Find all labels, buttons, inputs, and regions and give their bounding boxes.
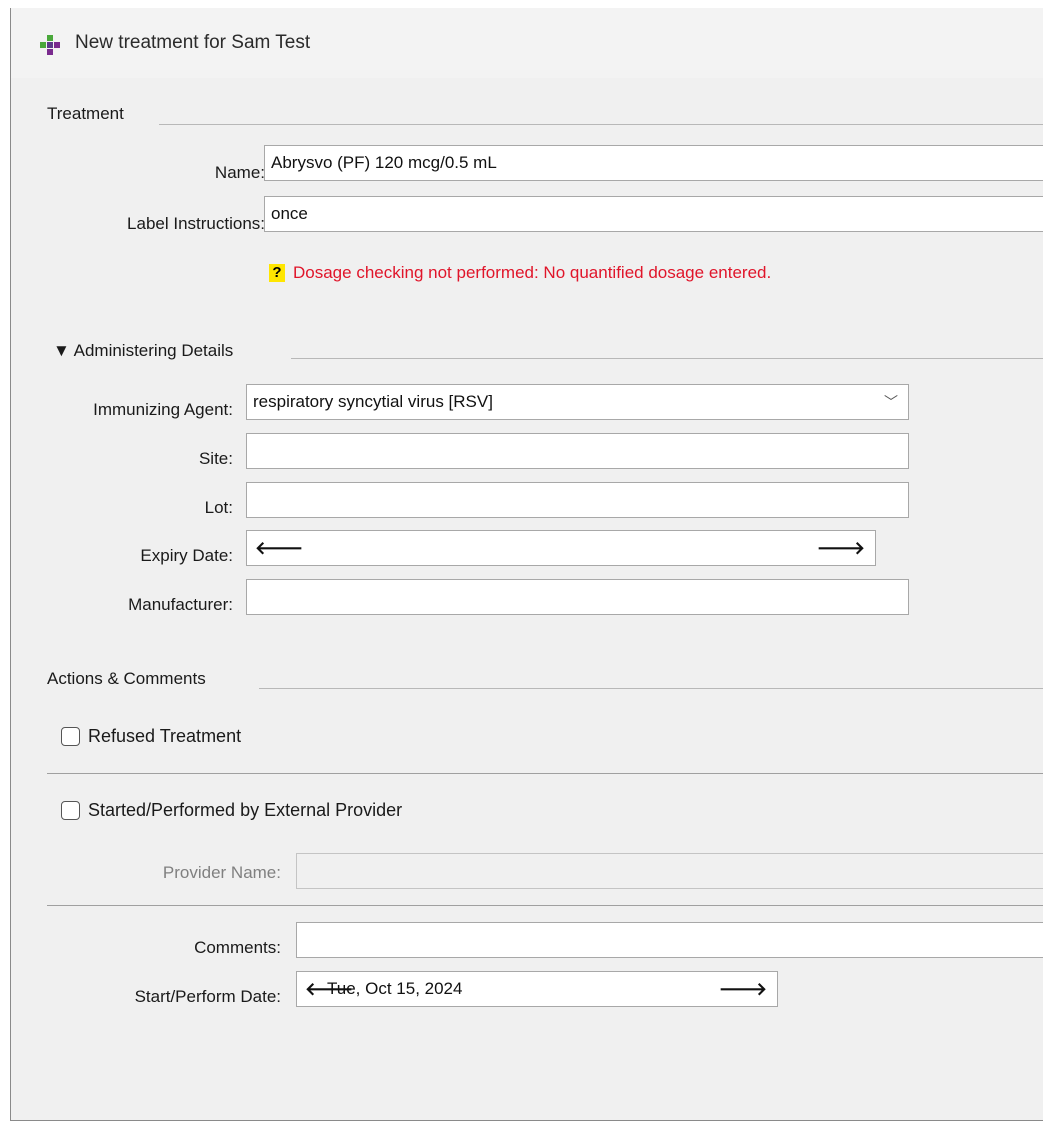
administering-details-toggle[interactable]: ▼ Administering Details bbox=[53, 341, 233, 361]
expiry-next-arrow-icon[interactable]: 🡒 bbox=[817, 531, 865, 565]
label-instructions-label: Label Instructions: bbox=[127, 214, 265, 233]
administering-section-divider bbox=[291, 358, 1043, 359]
lot-label: Lot: bbox=[204, 498, 233, 517]
actions-divider-1 bbox=[47, 773, 1043, 774]
start-date-field[interactable]: 🡐 Tue, Oct 15, 2024 🡒 bbox=[296, 971, 778, 1007]
treatment-section-title: Treatment bbox=[47, 104, 124, 123]
dosage-warning-text: Dosage checking not performed: No quanti… bbox=[293, 263, 772, 282]
warning-icon: ? bbox=[269, 264, 285, 282]
immunizing-agent-select[interactable]: respiratory syncytial virus [RSV] ﹀ bbox=[246, 384, 909, 420]
external-provider-checkbox-box[interactable] bbox=[61, 801, 80, 820]
site-label: Site: bbox=[198, 449, 233, 468]
dosage-warning: ? Dosage checking not performed: No quan… bbox=[269, 263, 771, 283]
manufacturer-label: Manufacturer: bbox=[128, 595, 233, 614]
immunizing-agent-value: respiratory syncytial virus [RSV] bbox=[253, 392, 493, 411]
provider-name-label: Provider Name: bbox=[162, 863, 281, 882]
window-title: New treatment for Sam Test bbox=[75, 32, 311, 53]
site-field[interactable] bbox=[246, 433, 909, 469]
start-date-label: Start/Perform Date: bbox=[134, 987, 281, 1006]
treatment-section-divider bbox=[159, 124, 1043, 125]
actions-section-title: Actions & Comments bbox=[47, 669, 206, 688]
refused-treatment-checkbox-box[interactable] bbox=[61, 727, 80, 746]
expiry-date-field[interactable]: 🡐 🡒 bbox=[246, 530, 876, 566]
expiry-date-label: Expiry Date: bbox=[140, 546, 233, 565]
external-provider-checkbox[interactable]: Started/Performed by External Provider bbox=[61, 800, 402, 821]
label-instructions-field[interactable] bbox=[264, 196, 1043, 232]
provider-name-field[interactable] bbox=[296, 853, 1043, 889]
title-bar: New treatment for Sam Test bbox=[11, 8, 1043, 78]
comments-field[interactable] bbox=[296, 922, 1043, 958]
name-label: Name: bbox=[214, 163, 265, 182]
immunizing-agent-label: Immunizing Agent: bbox=[93, 400, 233, 419]
expiry-prev-arrow-icon[interactable]: 🡐 bbox=[255, 531, 303, 565]
refused-treatment-label: Refused Treatment bbox=[88, 726, 242, 746]
start-date-next-arrow-icon[interactable]: 🡒 bbox=[719, 972, 767, 1006]
chevron-down-icon: ﹀ bbox=[884, 394, 898, 410]
actions-divider-2 bbox=[47, 905, 1043, 906]
comments-label: Comments: bbox=[194, 938, 281, 957]
external-provider-label: Started/Performed by External Provider bbox=[88, 800, 403, 820]
manufacturer-field[interactable] bbox=[246, 579, 909, 615]
start-date-value: Tue, Oct 15, 2024 bbox=[327, 979, 463, 998]
pharmacy-cross-icon bbox=[40, 35, 60, 55]
refused-treatment-checkbox[interactable]: Refused Treatment bbox=[61, 726, 241, 747]
actions-section-divider bbox=[259, 688, 1043, 689]
lot-field[interactable] bbox=[246, 482, 909, 518]
treatment-dialog: New treatment for Sam Test Treatment Nam… bbox=[10, 8, 1043, 1121]
name-field[interactable] bbox=[264, 145, 1043, 181]
